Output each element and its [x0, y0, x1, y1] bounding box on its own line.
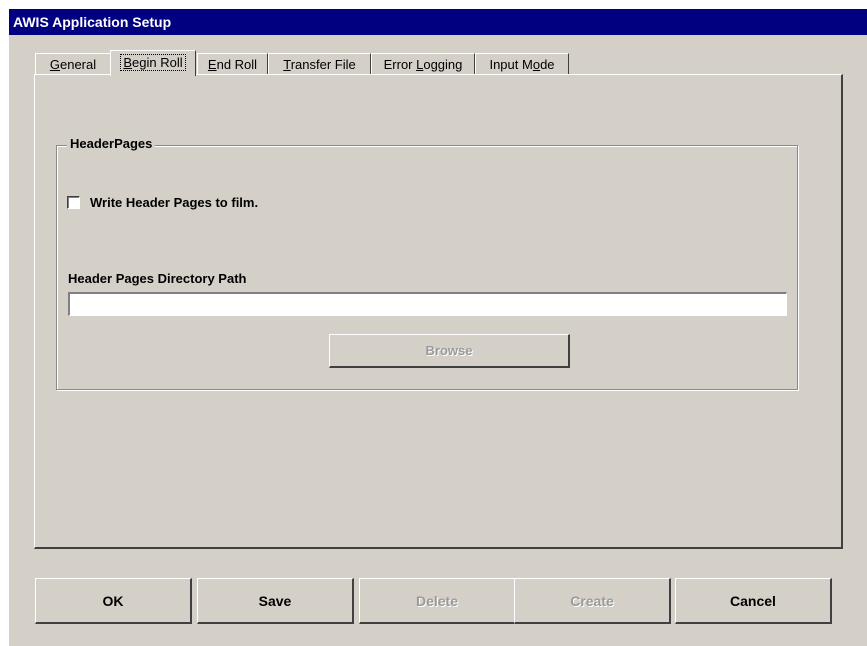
tab-begin-roll-mnemonic: B [123, 55, 133, 70]
tab-transfer-file-label: ransfer File [290, 57, 356, 72]
tab-input-mode-prefix: Input M [489, 57, 533, 72]
write-header-pages-checkbox[interactable] [67, 195, 80, 209]
ok-button[interactable]: OK [35, 578, 192, 624]
delete-button[interactable]: Delete [359, 578, 516, 624]
window-title: AWIS Application Setup [9, 9, 867, 35]
header-pages-group-title: HeaderPages [67, 136, 156, 151]
tab-input-mode[interactable]: Input Mode [475, 53, 569, 75]
tab-begin-roll[interactable]: Begin Roll [110, 50, 196, 76]
tab-begin-roll-focus: Begin Roll [120, 54, 186, 71]
tab-end-roll-mnemonic: E [207, 57, 217, 72]
tab-error-logging-prefix: Error [383, 57, 417, 72]
tab-transfer-file[interactable]: Transfer File [268, 53, 371, 75]
setup-window: AWIS Application Setup General Begin Rol… [9, 9, 867, 646]
header-pages-group: HeaderPages Write Header Pages to film. … [56, 136, 798, 390]
tab-general-mnemonic: G [49, 57, 60, 72]
browse-button[interactable]: Browse [329, 334, 570, 368]
save-button[interactable]: Save [197, 578, 354, 624]
tab-general-label: eneral [59, 57, 97, 72]
cancel-button[interactable]: Cancel [675, 578, 832, 624]
tab-end-roll[interactable]: End Roll [197, 53, 268, 75]
tab-general[interactable]: General [35, 53, 111, 75]
tab-error-logging[interactable]: Error Logging [371, 53, 475, 75]
tab-input-mode-label: de [540, 57, 555, 72]
tab-input-mode-mnemonic: o [532, 57, 541, 72]
write-header-pages-label[interactable]: Write Header Pages to film. [90, 195, 258, 210]
tab-end-roll-label: nd Roll [216, 57, 258, 72]
create-button[interactable]: Create [514, 578, 671, 624]
write-header-pages-option[interactable]: Write Header Pages to film. [67, 194, 258, 210]
tab-error-logging-label: ogging [423, 57, 463, 72]
header-pages-path-label: Header Pages Directory Path [68, 271, 247, 286]
tab-begin-roll-label: egin Roll [132, 55, 183, 70]
header-pages-path-input[interactable] [68, 292, 787, 316]
tab-transfer-file-mnemonic: T [283, 57, 291, 72]
begin-roll-panel: HeaderPages Write Header Pages to film. … [34, 74, 843, 549]
